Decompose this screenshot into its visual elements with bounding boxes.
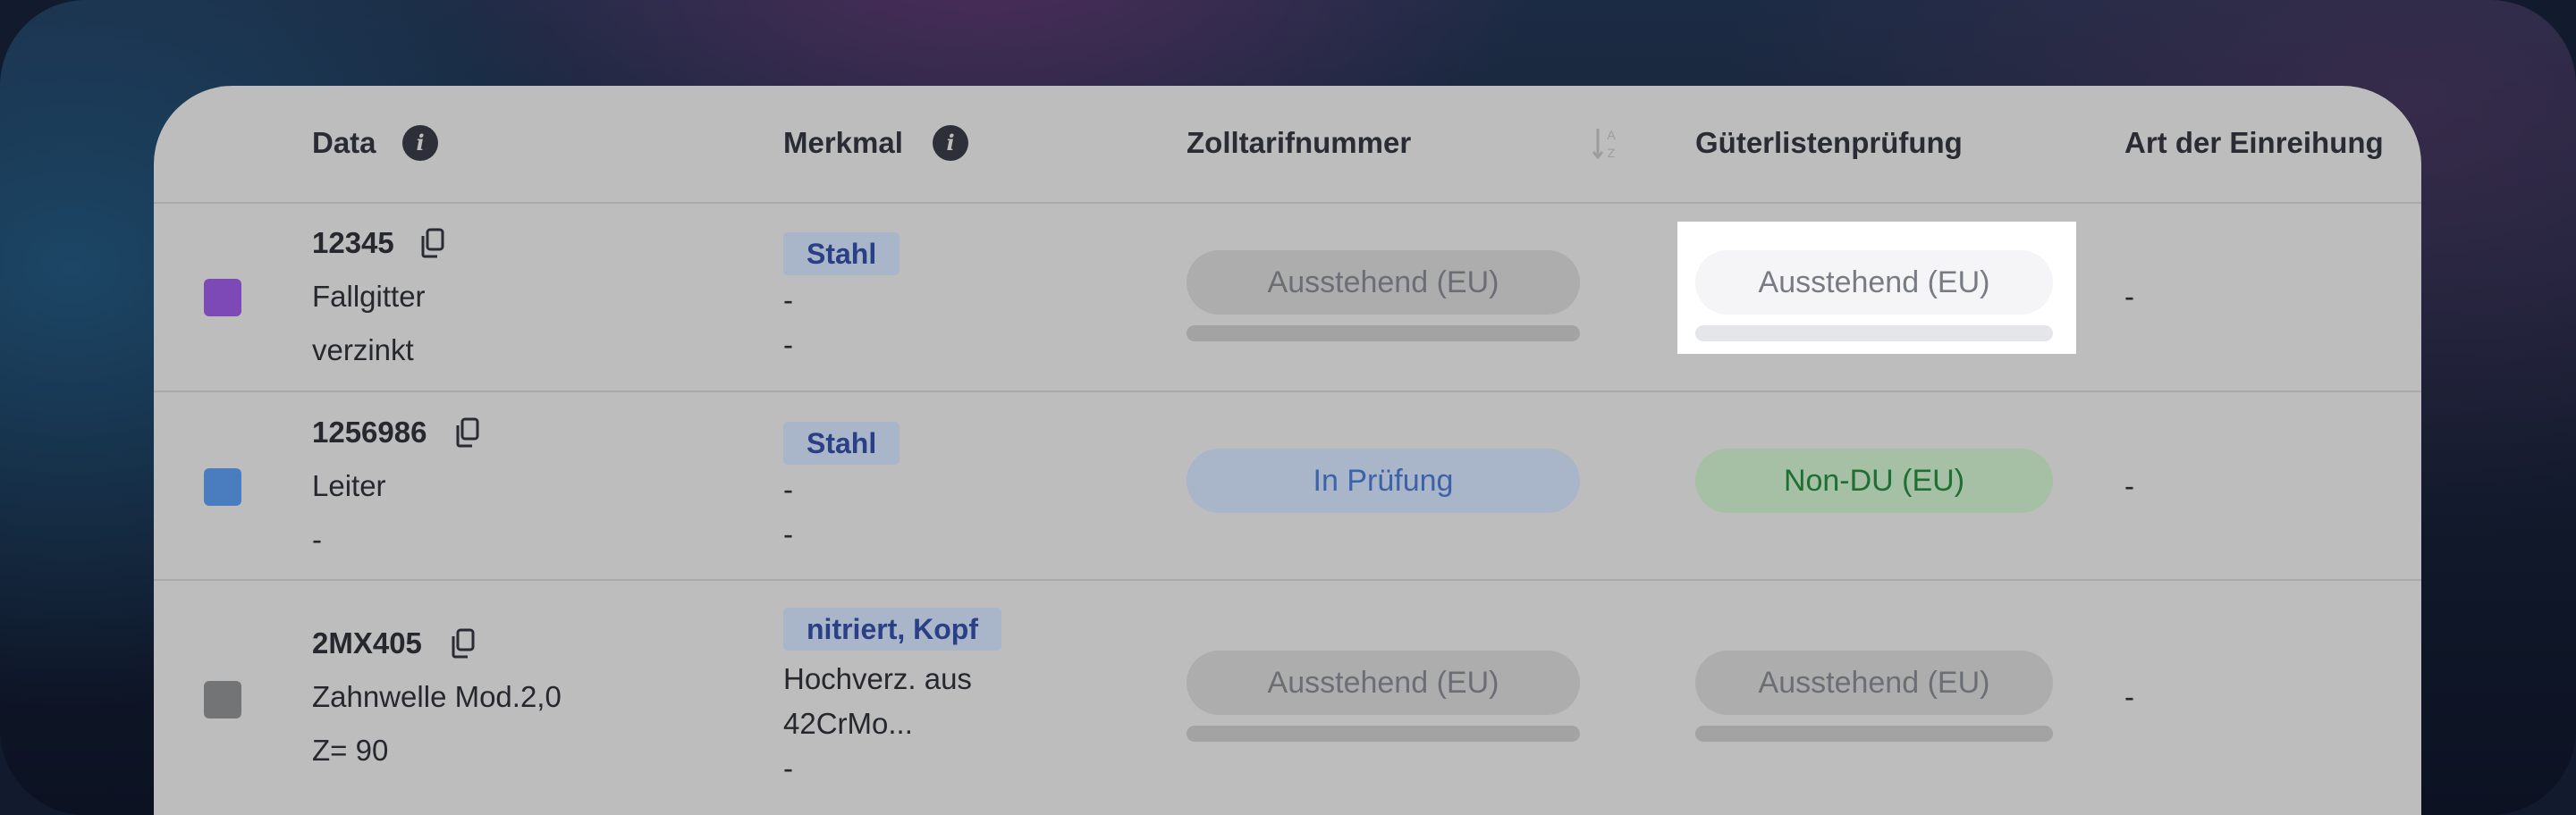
progress-bar	[1695, 726, 2053, 742]
svg-text:A: A	[1607, 128, 1616, 142]
merkmal-line: -	[783, 328, 793, 361]
gueter-status-pill[interactable]: Ausstehend (EU)	[1695, 250, 2053, 315]
color-swatch	[204, 279, 241, 316]
zoll-status-pill[interactable]: Ausstehend (EU)	[1187, 651, 1580, 715]
art-value: -	[2124, 680, 2134, 713]
item-id: 2MX405	[312, 626, 422, 660]
table-header: Data i Merkmal i Zolltarifnummer A Z Güt…	[154, 86, 2421, 202]
color-swatch	[204, 681, 241, 718]
gueter-status-pill[interactable]: Ausstehend (EU)	[1695, 651, 2053, 715]
item-description: -	[312, 523, 322, 556]
zoll-status-pill[interactable]: In Prüfung	[1187, 449, 1580, 513]
merkmal-line: -	[783, 752, 793, 785]
item-id: 12345	[312, 226, 394, 259]
progress-bar	[1187, 325, 1580, 341]
copy-icon[interactable]	[454, 417, 479, 448]
progress-bar	[1695, 325, 2053, 341]
item-name: Zahnwelle Mod.2,0	[312, 680, 562, 713]
divider	[154, 579, 2421, 581]
copy-icon[interactable]	[419, 228, 444, 258]
info-icon[interactable]: i	[933, 125, 968, 161]
merkmal-tag: nitriert, Kopf	[783, 608, 1001, 651]
color-swatch	[204, 468, 241, 506]
sort-az-icon[interactable]: A Z	[1592, 125, 1622, 161]
divider	[154, 202, 2421, 204]
item-description: verzinkt	[312, 333, 414, 366]
item-name: Fallgitter	[312, 280, 426, 313]
progress-bar	[1187, 726, 1580, 742]
item-description: Z= 90	[312, 734, 389, 767]
column-header-data[interactable]: Data	[312, 125, 376, 161]
info-icon[interactable]: i	[402, 125, 438, 161]
column-header-merkmal[interactable]: Merkmal	[783, 125, 903, 161]
merkmal-line: -	[783, 473, 793, 506]
column-header-gueterlistenpruefung[interactable]: Güterlistenprüfung	[1695, 125, 1963, 161]
item-id: 1256986	[312, 416, 427, 449]
background: Data i Merkmal i Zolltarifnummer A Z Güt…	[0, 0, 2576, 815]
art-value: -	[2124, 469, 2134, 502]
copy-icon[interactable]	[450, 628, 475, 659]
merkmal-line: -	[783, 283, 793, 316]
highlight-box: Ausstehend (EU)	[1677, 222, 2076, 354]
data-table: Data i Merkmal i Zolltarifnummer A Z Güt…	[154, 86, 2421, 815]
column-header-zolltarifnummer[interactable]: Zolltarifnummer	[1187, 125, 1411, 161]
gueter-status-pill[interactable]: Non-DU (EU)	[1695, 449, 2053, 513]
zoll-status-pill[interactable]: Ausstehend (EU)	[1187, 250, 1580, 315]
merkmal-line: 42CrMo...	[783, 707, 913, 740]
merkmal-tag: Stahl	[783, 232, 900, 275]
art-value: -	[2124, 280, 2134, 313]
merkmal-line: -	[783, 517, 793, 550]
item-name: Leiter	[312, 469, 386, 502]
column-header-art-der-einreihung[interactable]: Art der Einreihung	[2124, 125, 2384, 161]
divider	[154, 391, 2421, 392]
merkmal-line: Hochverz. aus	[783, 662, 972, 695]
svg-text:Z: Z	[1608, 146, 1616, 160]
merkmal-tag: Stahl	[783, 422, 900, 465]
